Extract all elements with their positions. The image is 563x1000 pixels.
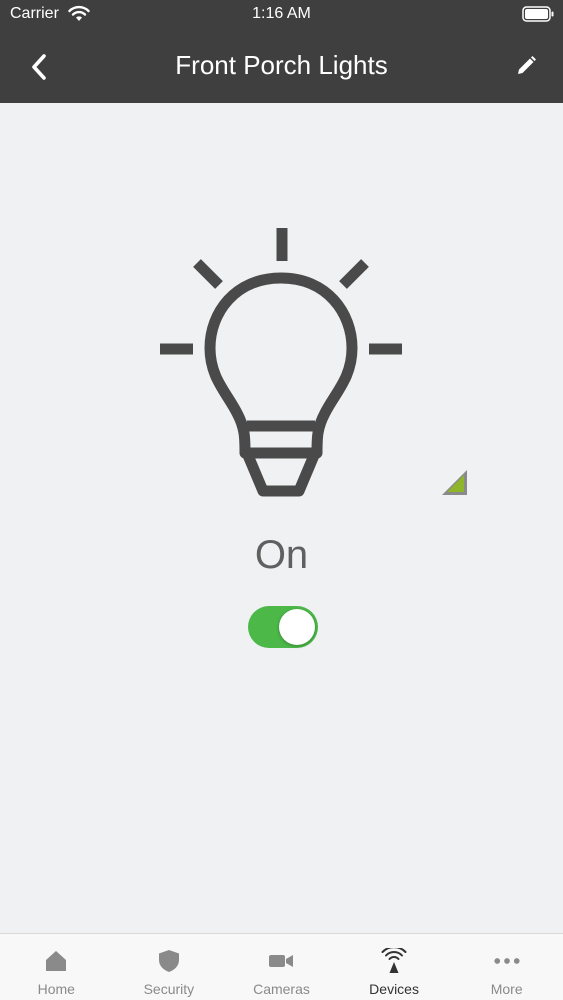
back-button[interactable] [20, 48, 58, 86]
tab-label: Devices [369, 981, 419, 997]
light-bulb-icon [160, 228, 402, 497]
tab-label: More [490, 981, 523, 997]
tab-cameras[interactable]: Cameras [225, 934, 338, 1000]
device-state-label: On [254, 533, 309, 577]
tab-devices[interactable]: Devices [338, 934, 451, 1000]
status-time: 1:16 AM [252, 5, 311, 22]
status-bar: Carrier 1:16 AM [0, 0, 563, 30]
header: Carrier 1:16 AM Front Porch Lights [0, 0, 563, 103]
power-toggle[interactable] [248, 606, 318, 648]
home-icon [43, 948, 69, 974]
chevron-left-icon [32, 54, 46, 80]
video-camera-icon [268, 948, 294, 974]
battery-icon [522, 6, 554, 22]
signal-strength-icon [442, 470, 467, 495]
tab-label: Cameras [253, 981, 310, 997]
toggle-knob [279, 609, 315, 645]
tab-more[interactable]: More [450, 934, 563, 1000]
pencil-icon [518, 56, 536, 74]
device-detail: On [0, 103, 563, 933]
tab-label: Home [37, 981, 75, 997]
nav-bar: Front Porch Lights [0, 30, 563, 103]
tab-home[interactable]: Home [0, 934, 113, 1000]
more-dots-icon [494, 948, 520, 974]
tab-security[interactable]: Security [113, 934, 226, 1000]
page-title: Front Porch Lights [175, 50, 388, 80]
tab-bar: Home Security Cameras Devices More [0, 933, 563, 1000]
devices-icon [381, 948, 407, 974]
tab-label: Security [143, 981, 195, 997]
edit-button[interactable] [508, 48, 544, 84]
shield-icon [156, 948, 182, 974]
